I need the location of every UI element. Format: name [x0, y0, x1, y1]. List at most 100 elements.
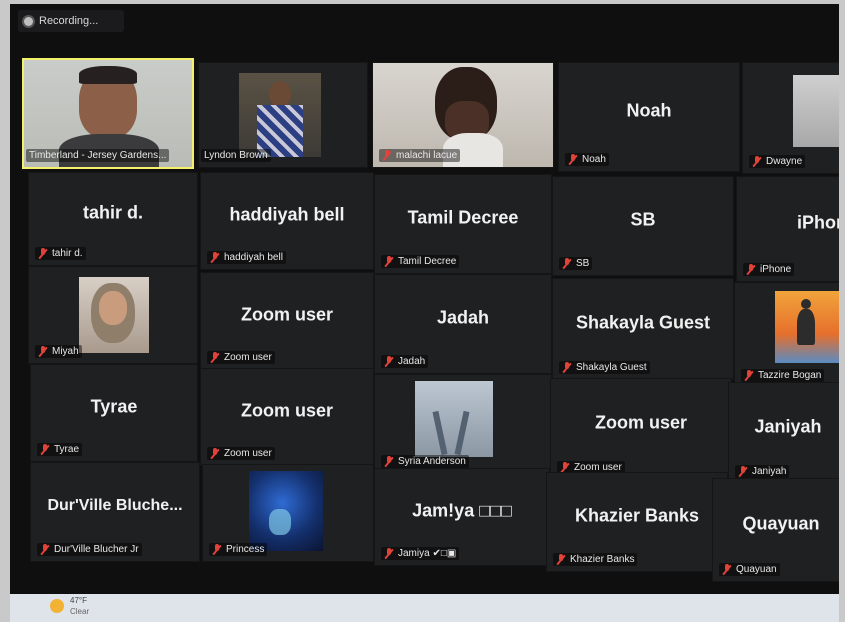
muted-mic-icon — [568, 154, 578, 165]
muted-mic-icon — [212, 544, 222, 555]
participant-tile[interactable]: Jadah Jadah — [374, 274, 552, 374]
participant-name: Janiyah — [752, 466, 787, 477]
participant-name-tag: Jamiya ✔□▣ — [381, 547, 460, 560]
participant-display-name: Zoom user — [594, 412, 687, 433]
muted-mic-icon — [722, 564, 732, 575]
muted-mic-icon — [38, 248, 48, 259]
participant-tile[interactable]: tahir d. tahir d. — [28, 172, 198, 266]
participant-name: Miyah — [52, 346, 79, 357]
muted-mic-icon — [752, 156, 762, 167]
participant-tile[interactable]: malachi lacue — [372, 62, 554, 168]
participant-name: Syria Anderson — [398, 456, 466, 467]
participant-name-tag: Zoom user — [207, 351, 275, 364]
participant-name-tag: Tamil Decree — [381, 255, 460, 268]
zoom-window: Recording... Timberland - Jersey Gardens… — [10, 4, 839, 622]
participant-tile[interactable]: Miyah — [28, 266, 198, 364]
participant-name: Jadah — [398, 356, 426, 367]
participant-name: malachi lacue — [396, 150, 458, 161]
muted-mic-icon — [384, 548, 394, 559]
muted-mic-icon — [384, 356, 394, 367]
participant-name-tag: Syria Anderson — [381, 455, 469, 468]
recording-indicator[interactable]: Recording... — [18, 10, 124, 32]
participant-tile[interactable]: Quayuan Quayuan — [712, 478, 839, 582]
participant-tile[interactable]: Tyrae Tyrae — [30, 364, 198, 462]
video-feed — [793, 75, 839, 147]
participant-name-tag: tahir d. — [35, 247, 86, 260]
participant-tile[interactable]: Lyndon Brown — [198, 62, 368, 168]
participant-name-tag: Lyndon Brown — [201, 149, 271, 162]
muted-mic-icon — [38, 346, 48, 357]
video-feed — [249, 471, 323, 551]
participant-name-tag: Shakayla Guest — [559, 361, 650, 374]
participant-display-name: Tamil Decree — [407, 207, 519, 228]
muted-mic-icon — [40, 544, 50, 555]
video-feed — [239, 73, 321, 157]
recording-dot-icon — [24, 16, 33, 26]
video-feed — [415, 381, 493, 457]
muted-mic-icon — [40, 444, 50, 455]
muted-mic-icon — [738, 466, 748, 477]
participant-name-tag: Noah — [565, 153, 609, 166]
participant-tile[interactable]: SB SB — [552, 176, 734, 276]
participant-tile[interactable]: Shakayla Guest Shakayla Guest — [552, 278, 734, 380]
participant-display-name: Jadah — [436, 307, 490, 328]
participant-tile[interactable]: Dur'Ville Bluche... Dur'Ville Blucher Jr — [30, 462, 200, 562]
participant-tile[interactable]: Tazzire Bogan — [734, 282, 839, 388]
participant-tile[interactable]: Zoom user Zoom user — [550, 378, 732, 480]
muted-mic-icon — [210, 352, 220, 363]
participant-name-tag: Timberland - Jersey Gardens... — [26, 149, 170, 162]
participant-display-name: Khazier Banks — [574, 505, 700, 526]
participant-display-name: Quayuan — [742, 513, 820, 534]
video-feed — [79, 277, 149, 353]
participant-name-tag: Dwayne — [749, 155, 806, 168]
participant-name: Noah — [582, 154, 606, 165]
video-feed — [775, 291, 839, 363]
participant-display-name: Shakayla Guest — [575, 312, 711, 333]
participant-name-tag: Janiyah — [735, 465, 790, 478]
participant-name-tag: iPhone — [743, 263, 795, 276]
muted-mic-icon — [746, 264, 756, 275]
participant-display-name: Zoom user — [240, 400, 333, 421]
weather-moon-icon[interactable] — [50, 599, 64, 613]
participant-tile[interactable]: haddiyah bell haddiyah bell — [200, 172, 374, 270]
participant-tile[interactable]: iPhone iPhone — [736, 176, 839, 282]
participant-name: tahir d. — [52, 248, 83, 259]
muted-mic-icon — [562, 362, 572, 373]
participant-name-tag: Tazzire Bogan — [741, 369, 825, 382]
participant-name: Dur'Ville Blucher Jr — [54, 544, 139, 555]
participant-name-tag: Zoom user — [207, 447, 275, 460]
participant-tile[interactable]: Janiyah Janiyah — [728, 382, 839, 484]
participant-name: Tyrae — [54, 444, 80, 455]
participant-name: Jamiya ✔□▣ — [398, 548, 457, 559]
participant-name-tag: Jadah — [381, 355, 429, 368]
participant-name-tag: malachi lacue — [379, 149, 461, 162]
participant-tile[interactable]: Syria Anderson — [374, 374, 552, 474]
participant-name: Khazier Banks — [570, 554, 635, 565]
participant-name: Tazzire Bogan — [758, 370, 822, 381]
participant-name: Shakayla Guest — [576, 362, 647, 373]
participant-name-tag: Miyah — [35, 345, 82, 358]
participant-display-name: Dur'Ville Bluche... — [47, 497, 183, 515]
participant-name: SB — [576, 258, 590, 269]
muted-mic-icon — [556, 554, 566, 565]
participant-display-name: haddiyah bell — [229, 204, 345, 225]
participant-tile[interactable]: Dwayne — [742, 62, 839, 174]
weather-condition: Clear — [70, 607, 90, 616]
participant-tile[interactable]: Jam!ya □□□ Jamiya ✔□▣ — [374, 468, 550, 566]
participant-tile[interactable]: Tamil Decree Tamil Decree — [374, 174, 552, 274]
participant-name: Zoom user — [224, 352, 272, 363]
participant-display-name: Jam!ya □□□ — [412, 500, 512, 521]
participant-tile[interactable]: Princess — [202, 464, 374, 562]
participant-name: Dwayne — [766, 156, 803, 167]
participant-tile[interactable]: Zoom user Zoom user — [200, 272, 374, 370]
muted-mic-icon — [744, 370, 754, 381]
participant-tile[interactable]: Khazier Banks Khazier Banks — [546, 472, 728, 572]
participant-name-tag: SB — [559, 257, 593, 270]
participant-tile[interactable]: Noah Noah — [558, 62, 740, 172]
participant-tile[interactable]: Zoom user Zoom user — [200, 368, 374, 466]
participant-tile[interactable]: Timberland - Jersey Gardens... — [22, 58, 194, 169]
participant-name: iPhone — [760, 264, 792, 275]
participant-name: Princess — [226, 544, 265, 555]
muted-mic-icon — [210, 252, 220, 263]
muted-mic-icon — [384, 256, 394, 267]
